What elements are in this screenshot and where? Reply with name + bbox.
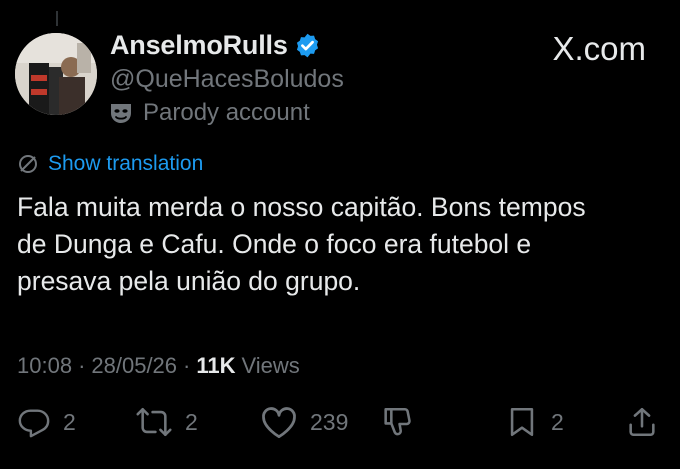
like-button[interactable]: 239 <box>260 405 348 439</box>
like-count: 239 <box>310 408 349 435</box>
dislike-button[interactable] <box>380 405 414 439</box>
share-button[interactable] <box>625 405 659 439</box>
x-watermark-text: X.com <box>552 30 646 67</box>
verified-badge-icon <box>294 32 321 59</box>
views-count: 11K <box>196 353 236 378</box>
share-icon <box>625 405 659 439</box>
tweet-date[interactable]: 28/05/26 <box>91 353 177 379</box>
like-icon <box>260 405 298 439</box>
author-handle[interactable]: @QueHacesBoludos <box>110 65 344 94</box>
views-label: Views <box>241 353 300 378</box>
reply-count: 2 <box>63 408 76 435</box>
thread-line <box>56 11 58 26</box>
show-translation-label: Show translation <box>48 152 204 175</box>
separator-dot: · <box>183 353 191 378</box>
repost-count: 2 <box>185 408 198 435</box>
bookmark-count: 2 <box>551 408 564 435</box>
tweet-text: Fala muita merda o nosso capitão. Bons t… <box>17 192 586 296</box>
tweet-time[interactable]: 10:08 <box>17 353 72 379</box>
translate-icon <box>17 153 39 175</box>
reply-icon <box>17 405 51 439</box>
show-translation-link[interactable]: Show translation <box>17 152 203 176</box>
action-bar: 2 2 239 2 <box>0 405 680 449</box>
parody-label-text: Parody account <box>143 99 310 126</box>
author-name[interactable]: AnselmoRulls <box>110 30 321 61</box>
parody-label: Parody account <box>108 99 310 127</box>
separator-dot: · <box>78 353 86 378</box>
repost-button[interactable]: 2 <box>135 405 198 439</box>
x-watermark: X.com <box>552 30 646 68</box>
display-name-text: AnselmoRulls <box>110 30 288 60</box>
bookmark-button[interactable]: 2 <box>505 405 564 439</box>
mask-icon <box>108 101 134 125</box>
tweet-meta: 10:08 · 28/05/26 · 11K Views <box>17 353 300 379</box>
avatar[interactable] <box>15 33 97 115</box>
dislike-icon <box>380 405 414 439</box>
reply-button[interactable]: 2 <box>17 405 76 439</box>
repost-icon <box>135 405 173 439</box>
bookmark-icon <box>505 405 539 439</box>
